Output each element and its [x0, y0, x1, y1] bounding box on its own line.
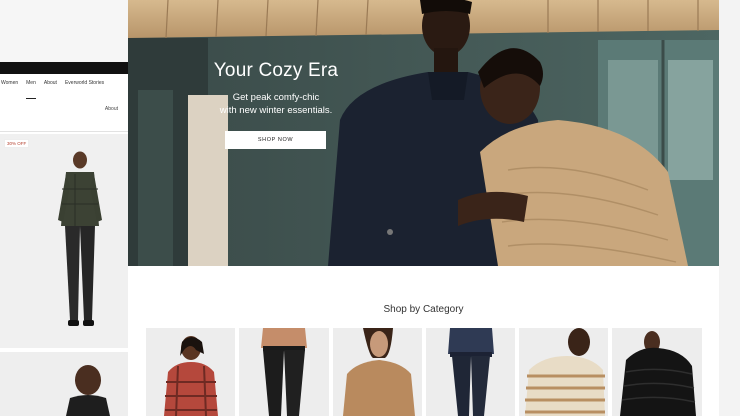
product-card[interactable] [0, 352, 128, 416]
mobile-nav-about[interactable]: About [44, 80, 57, 94]
category-image [519, 328, 609, 416]
category-image [332, 328, 422, 416]
mobile-about-link[interactable]: About [105, 106, 118, 112]
shop-now-button[interactable]: SHOP NOW [225, 131, 326, 149]
mobile-nav-men[interactable]: Men [26, 80, 36, 99]
sale-badge: 30% OFF [4, 139, 30, 148]
hero-title: Your Cozy Era [213, 60, 339, 81]
product-model-image [0, 134, 128, 348]
hero-banner: Your Cozy Era Get peak comfy-chic with n… [128, 0, 719, 266]
category-card-striped-sweater[interactable] [519, 328, 609, 416]
category-card-puffer-jacket[interactable] [612, 328, 702, 416]
category-card-navy-trousers[interactable] [425, 328, 516, 416]
category-grid [146, 328, 702, 416]
category-card-tan-tee[interactable] [332, 328, 422, 416]
category-card-black-jeans[interactable] [239, 328, 329, 416]
category-image [239, 328, 329, 416]
screenshot-stage: Women Men About Everworld Stories About [0, 0, 740, 416]
hero-image [128, 0, 719, 266]
mobile-nav-stories[interactable]: Everworld Stories [65, 80, 104, 94]
divider [0, 131, 128, 132]
hero-subtitle-line: with new winter essentials. [219, 105, 333, 116]
mobile-nav: Women Men About Everworld Stories [0, 80, 128, 99]
main-site: Your Cozy Era Get peak comfy-chic with n… [128, 0, 719, 416]
category-image [612, 328, 702, 416]
hero-subtitle: Get peak comfy-chic with new winter esse… [208, 91, 344, 117]
mobile-announcement-bar [0, 62, 128, 74]
hero-subtitle-line: Get peak comfy-chic [232, 92, 320, 103]
category-card-plaid-shirt[interactable] [146, 328, 236, 416]
product-card[interactable]: 30% OFF [0, 134, 128, 348]
category-heading: Shop by Category [383, 304, 464, 315]
mobile-header [0, 0, 128, 62]
mobile-nav-women[interactable]: Women [1, 80, 18, 94]
product-model-image [0, 352, 128, 416]
mobile-preview: Women Men About Everworld Stories About [0, 0, 128, 416]
category-image [425, 328, 516, 416]
category-image [146, 328, 236, 416]
page-background [719, 0, 740, 416]
